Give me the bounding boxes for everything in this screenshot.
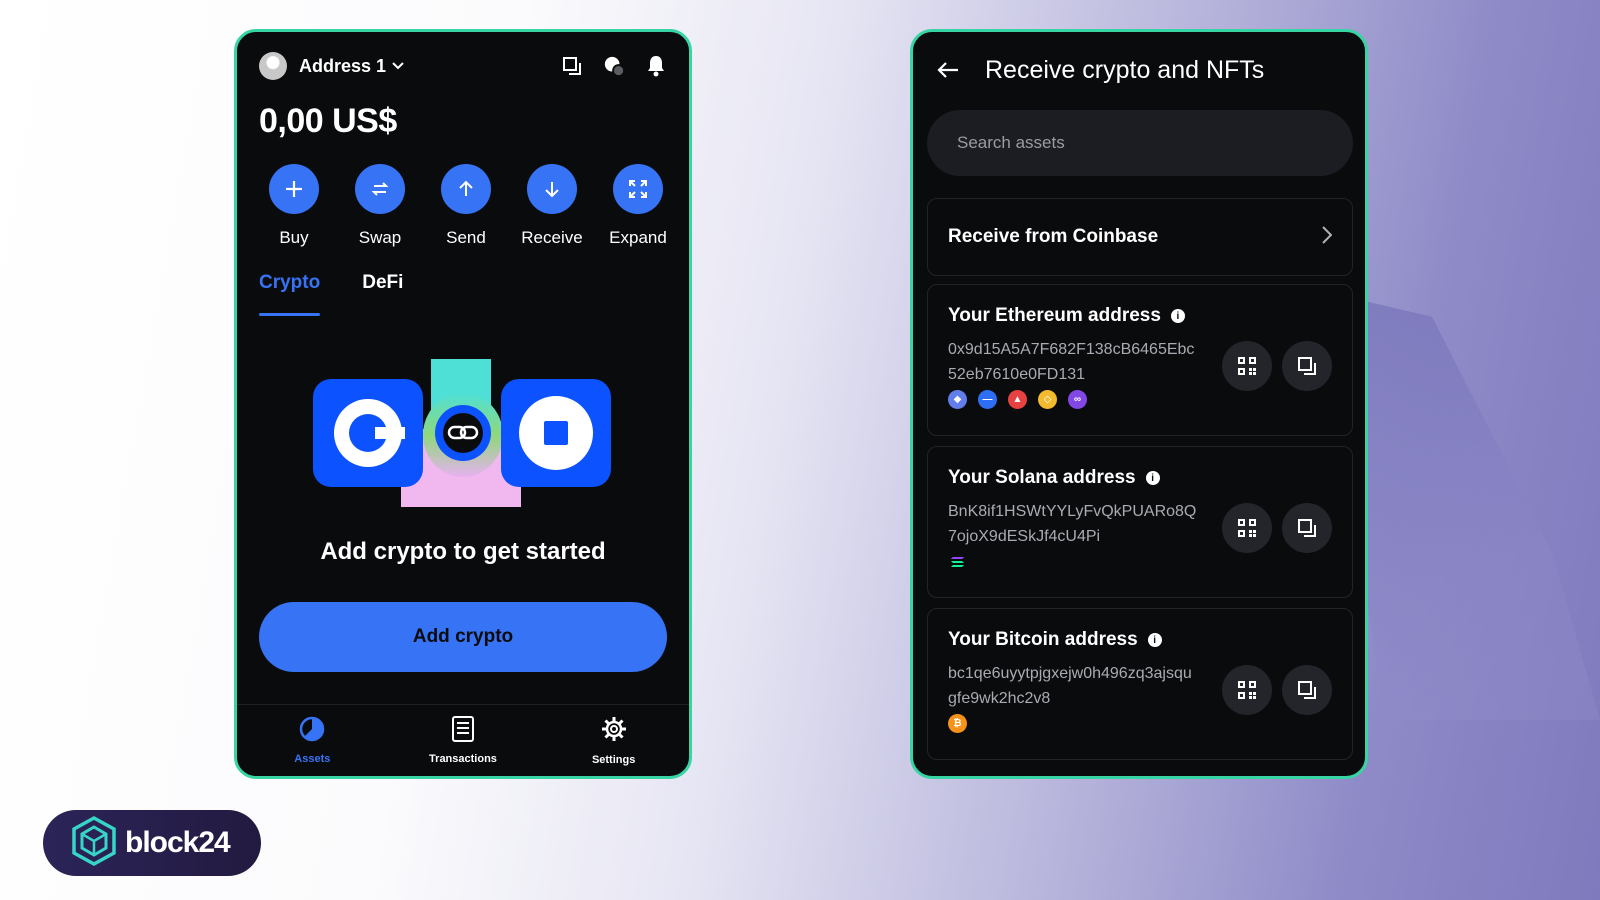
bitcoin-address-title: Your Bitcoin address	[948, 629, 1138, 650]
solana-chain-icons	[948, 552, 1332, 571]
bell-icon[interactable]	[645, 55, 667, 77]
cube-icon	[71, 815, 117, 871]
solana-address-card: Your Solana address i BnK8if1HSWtYYLyFvQ…	[927, 446, 1353, 598]
send-label: Send	[446, 228, 486, 247]
bottom-nav: Assets Transactions Settings	[237, 704, 689, 776]
action-bar: Buy Swap Send Receive Expand	[251, 164, 681, 248]
search-input[interactable]	[957, 133, 1317, 153]
gear-icon	[600, 715, 628, 748]
expand-button[interactable]: Expand	[595, 164, 681, 248]
ethereum-address-card: Your Ethereum address i 0x9d15A5A7F682F1…	[927, 284, 1353, 436]
polygon-icon: ∞	[1068, 390, 1087, 409]
solana-icon	[948, 552, 967, 571]
nav-assets[interactable]: Assets	[252, 716, 372, 765]
back-arrow-icon[interactable]	[937, 57, 963, 83]
wallet-home-screen: Address 1 0,00 US$ Buy Swap Send Receive…	[234, 29, 692, 779]
brand-logo: block24	[43, 810, 261, 876]
swap-button[interactable]: Swap	[337, 164, 423, 248]
avatar[interactable]	[259, 52, 287, 80]
bitcoin-address-value: bc1qe6uyytpjgxejw0h496zq3ajsqugfe9wk2hc2…	[948, 665, 1192, 707]
base-icon: —	[978, 390, 997, 409]
expand-label: Expand	[609, 228, 667, 247]
wallet-header: Address 1	[259, 50, 667, 82]
nav-transactions[interactable]: Transactions	[403, 716, 523, 765]
nav-assets-label: Assets	[294, 753, 331, 765]
info-icon[interactable]: i	[1147, 633, 1162, 647]
swap-icon[interactable]	[355, 164, 405, 214]
copy-icon[interactable]	[1282, 341, 1332, 391]
nav-transactions-label: Transactions	[429, 753, 497, 765]
receive-from-coinbase-label: Receive from Coinbase	[948, 226, 1159, 247]
receive-label: Receive	[521, 228, 583, 247]
bitcoin-chain-icons: ₿	[948, 714, 1332, 733]
qr-code-icon[interactable]	[1222, 341, 1272, 391]
nav-settings-label: Settings	[591, 754, 636, 766]
empty-state-title: Add crypto to get started	[320, 538, 606, 565]
copy-icon[interactable]	[561, 55, 583, 77]
globe-icon[interactable]	[603, 55, 625, 77]
add-crypto-button[interactable]: Add crypto	[259, 602, 667, 672]
receive-screen: Receive crypto and NFTs Receive from Coi…	[910, 29, 1368, 779]
info-icon[interactable]: i	[1145, 471, 1160, 485]
tab-defi[interactable]: DeFi	[362, 272, 403, 316]
info-icon[interactable]: i	[1170, 309, 1185, 323]
expand-icon[interactable]	[613, 164, 663, 214]
qr-code-icon[interactable]	[1222, 665, 1272, 715]
connect-illustration	[313, 359, 613, 509]
copy-icon[interactable]	[1282, 665, 1332, 715]
chevron-right-icon	[1322, 225, 1333, 249]
ethereum-address-title: Your Ethereum address	[948, 305, 1161, 326]
search-bar[interactable]	[927, 110, 1353, 176]
ethereum-chain-icons: ◆ — ▲ ◇ ∞	[948, 390, 1332, 409]
solana-address-value: BnK8if1HSWtYYLyFvQkPUARo8Q7ojoX9dESkJf4c…	[948, 503, 1197, 545]
address-selector[interactable]: Address 1	[299, 56, 386, 77]
logo-text: block24	[125, 826, 231, 859]
arrow-up-icon[interactable]	[441, 164, 491, 214]
send-button[interactable]: Send	[423, 164, 509, 248]
tab-crypto[interactable]: Crypto	[259, 272, 321, 316]
document-icon	[451, 716, 475, 747]
asset-tabs: Crypto DeFi	[259, 272, 403, 316]
buy-button[interactable]: Buy	[251, 164, 337, 248]
page-title: Receive crypto and NFTs	[985, 55, 1265, 84]
ethereum-icon: ◆	[948, 390, 967, 409]
copy-icon[interactable]	[1282, 503, 1332, 553]
plus-icon[interactable]	[269, 164, 319, 214]
balance: 0,00 US$	[259, 102, 397, 140]
arrow-down-icon[interactable]	[527, 164, 577, 214]
nav-settings[interactable]: Settings	[554, 715, 674, 766]
chevron-down-icon[interactable]	[392, 59, 404, 73]
bitcoin-icon: ₿	[948, 714, 967, 733]
qr-code-icon[interactable]	[1222, 503, 1272, 553]
receive-from-coinbase[interactable]: Receive from Coinbase	[927, 198, 1353, 276]
bnb-icon: ◇	[1038, 390, 1057, 409]
bitcoin-address-card: Your Bitcoin address i bc1qe6uyytpjgxejw…	[927, 608, 1353, 760]
ethereum-address-value: 0x9d15A5A7F682F138cB6465Ebc52eb7610e0FD1…	[948, 341, 1195, 383]
avalanche-icon: ▲	[1008, 390, 1027, 409]
receive-button[interactable]: Receive	[509, 164, 595, 248]
receive-header: Receive crypto and NFTs	[937, 52, 1345, 88]
buy-label: Buy	[279, 228, 309, 247]
pie-chart-icon	[299, 716, 325, 747]
swap-label: Swap	[358, 228, 402, 247]
solana-address-title: Your Solana address	[948, 467, 1136, 488]
background-shape	[1360, 300, 1600, 720]
